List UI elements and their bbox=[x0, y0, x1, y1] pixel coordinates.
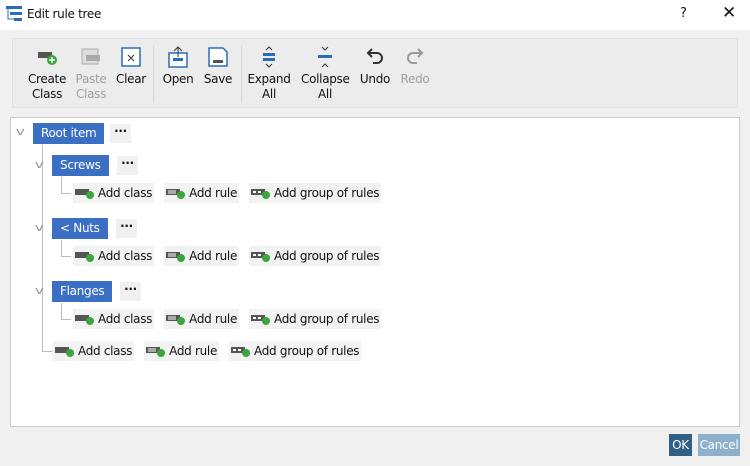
add-rule-button[interactable]: Add rule bbox=[164, 246, 240, 266]
label: Add group of rules bbox=[274, 249, 380, 263]
label: Class bbox=[75, 87, 107, 101]
add-class-icon bbox=[75, 315, 94, 325]
add-class-icon bbox=[75, 252, 94, 262]
open-icon bbox=[156, 45, 200, 69]
add-rule-button[interactable]: Add rule bbox=[144, 341, 220, 361]
add-group-button[interactable]: Add group of rules bbox=[229, 341, 362, 361]
redo-icon bbox=[393, 45, 437, 69]
label: Expand bbox=[247, 72, 291, 86]
open-button[interactable]: Open bbox=[156, 45, 200, 87]
add-group-icon bbox=[251, 189, 271, 199]
label: Clear bbox=[116, 72, 146, 86]
window-title: Edit rule tree bbox=[27, 7, 102, 21]
clear-icon bbox=[109, 45, 153, 69]
label: Add group of rules bbox=[274, 312, 380, 326]
add-rule-button[interactable]: Add rule bbox=[164, 183, 240, 203]
save-icon bbox=[196, 45, 240, 69]
label: Create bbox=[27, 72, 67, 86]
paste-class-icon bbox=[69, 45, 113, 69]
add-class-button[interactable]: Add class bbox=[53, 341, 135, 361]
node-actions: Add class Add rule Add group of rules bbox=[73, 183, 382, 203]
cancel-button[interactable]: Cancel bbox=[698, 434, 740, 456]
label: Add group of rules bbox=[274, 186, 380, 200]
save-button[interactable]: Save bbox=[196, 45, 240, 87]
expand-all-button[interactable]: Expand All bbox=[247, 45, 291, 102]
add-rule-icon bbox=[146, 347, 166, 357]
label: Collapse bbox=[301, 72, 350, 86]
label: Add class bbox=[78, 344, 133, 358]
add-class-button[interactable]: Add class bbox=[73, 246, 155, 266]
create-class-icon bbox=[25, 45, 69, 69]
label: Add class bbox=[98, 249, 153, 263]
toolbar-separator bbox=[153, 45, 154, 103]
add-class-button[interactable]: Add class bbox=[73, 183, 155, 203]
rule-tree: v Root item ··· v Screws ··· Add class A… bbox=[10, 117, 740, 427]
chevron-down-icon[interactable]: v bbox=[35, 221, 44, 234]
node-actions: Add class Add rule Add group of rules bbox=[73, 309, 382, 329]
rule-tree-icon bbox=[6, 6, 22, 21]
node-actions: Add class Add rule Add group of rules bbox=[73, 246, 382, 266]
add-group-button[interactable]: Add group of rules bbox=[249, 309, 382, 329]
label: Add rule bbox=[189, 249, 238, 263]
label: Redo bbox=[400, 72, 430, 86]
undo-icon bbox=[353, 45, 397, 69]
label: Open bbox=[162, 72, 194, 86]
close-button[interactable]: ✕ bbox=[722, 3, 736, 23]
tree-node[interactable]: Screws bbox=[52, 155, 109, 176]
label: All bbox=[262, 87, 276, 101]
add-rule-icon bbox=[166, 252, 186, 262]
more-button[interactable]: ··· bbox=[120, 282, 141, 301]
more-button[interactable]: ··· bbox=[110, 124, 131, 143]
label: All bbox=[318, 87, 332, 101]
redo-button[interactable]: Redo bbox=[393, 45, 437, 87]
add-group-button[interactable]: Add group of rules bbox=[249, 183, 382, 203]
label: Add group of rules bbox=[254, 344, 360, 358]
clear-button[interactable]: Clear bbox=[109, 45, 153, 87]
toolbar: Create Class Paste Class Clear Open Save E… bbox=[12, 38, 738, 108]
add-class-icon bbox=[75, 189, 94, 199]
create-class-button[interactable]: Create Class bbox=[25, 45, 69, 102]
chevron-down-icon[interactable]: v bbox=[16, 125, 25, 138]
root-actions: Add class Add rule Add group of rules bbox=[53, 341, 362, 361]
label: Add class bbox=[98, 312, 153, 326]
label: Save bbox=[203, 72, 233, 86]
add-rule-button[interactable]: Add rule bbox=[164, 309, 240, 329]
tree-node[interactable]: Flanges bbox=[52, 281, 113, 302]
add-rule-icon bbox=[166, 315, 186, 325]
chevron-down-icon[interactable]: v bbox=[35, 284, 44, 297]
label: Class bbox=[31, 87, 63, 101]
help-button[interactable]: ? bbox=[680, 6, 687, 21]
add-class-icon bbox=[55, 347, 74, 357]
ok-button[interactable]: OK bbox=[669, 434, 692, 456]
label: Add rule bbox=[169, 344, 218, 358]
title-bar: Edit rule tree ? ✕ bbox=[0, 0, 750, 30]
more-button[interactable]: ··· bbox=[116, 219, 137, 238]
label: Undo bbox=[359, 72, 391, 86]
more-button[interactable]: ··· bbox=[117, 156, 138, 175]
label: Add rule bbox=[189, 312, 238, 326]
add-class-button[interactable]: Add class bbox=[73, 309, 155, 329]
collapse-all-icon bbox=[301, 45, 349, 69]
add-group-icon bbox=[251, 315, 271, 325]
collapse-all-button[interactable]: Collapse All bbox=[301, 45, 350, 102]
label: Add rule bbox=[189, 186, 238, 200]
label: Add class bbox=[98, 186, 153, 200]
expand-all-icon bbox=[247, 45, 291, 69]
undo-button[interactable]: Undo bbox=[353, 45, 397, 87]
tree-node[interactable]: < Nuts bbox=[52, 218, 108, 239]
label: Paste bbox=[75, 72, 107, 86]
add-group-icon bbox=[231, 347, 251, 357]
add-group-button[interactable]: Add group of rules bbox=[249, 246, 382, 266]
add-rule-icon bbox=[166, 189, 186, 199]
paste-class-button[interactable]: Paste Class bbox=[69, 45, 113, 102]
tree-node-root[interactable]: Root item bbox=[33, 123, 105, 144]
toolbar-separator bbox=[241, 45, 242, 103]
chevron-down-icon[interactable]: v bbox=[35, 158, 44, 171]
add-group-icon bbox=[251, 252, 271, 262]
